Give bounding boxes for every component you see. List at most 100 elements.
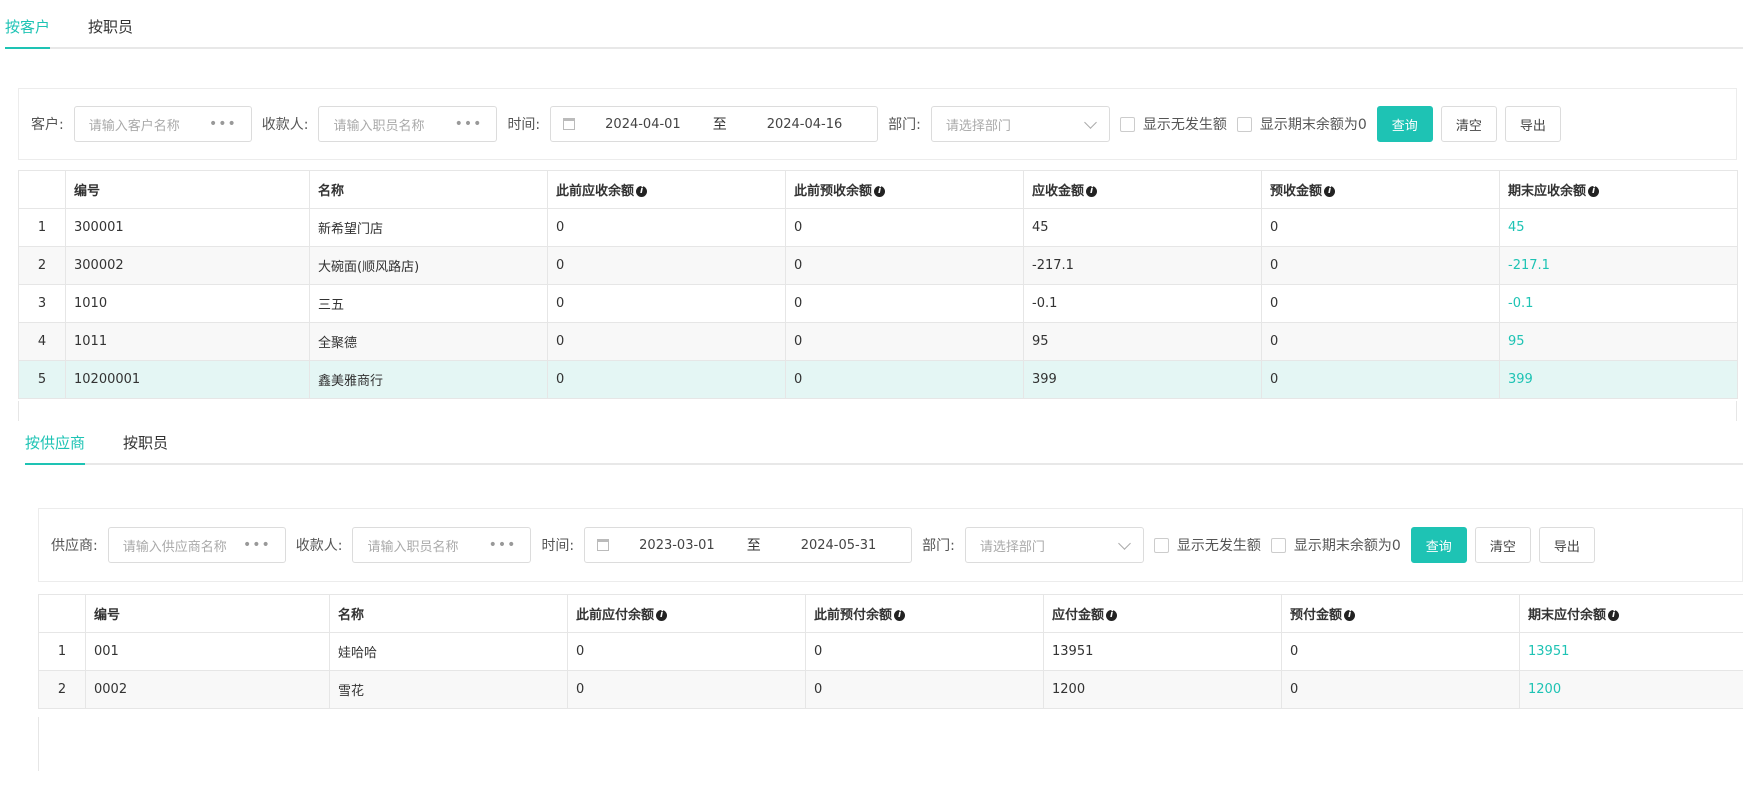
cell-amount: 95	[1023, 322, 1262, 361]
query-button[interactable]: 查询	[1376, 106, 1433, 142]
show-no-activity-checkbox[interactable]: 显示无发生额	[1153, 535, 1261, 555]
info-icon[interactable]: i	[1344, 610, 1356, 621]
cell-prev-adv: 0	[785, 246, 1024, 285]
info-icon[interactable]: i	[874, 186, 886, 197]
date-range-picker[interactable]: 2024-04-01 至 2024-04-16	[550, 106, 879, 142]
table-row-selected[interactable]: 5 10200001 鑫美雅商行 0 0 399 0 399	[18, 360, 1738, 399]
date-start[interactable]: 2024-04-01	[605, 117, 681, 132]
cell-code: 0002	[85, 670, 330, 709]
export-button[interactable]: 导出	[1538, 527, 1595, 563]
info-icon[interactable]: i	[636, 186, 648, 197]
clear-button[interactable]: 清空	[1440, 106, 1497, 142]
more-icon[interactable]: •••	[489, 537, 517, 553]
index-header	[38, 594, 86, 633]
column-header[interactable]: 此前预收余额 i	[785, 170, 1024, 209]
show-zero-end-checkbox[interactable]: 显示期末余额为0	[1236, 114, 1367, 134]
export-button[interactable]: 导出	[1504, 106, 1561, 142]
date-range-picker[interactable]: 2023-03-01 至 2024-05-31	[584, 527, 913, 563]
dept-select[interactable]: 请选择部门	[964, 527, 1144, 563]
cell-prev-adv: 0	[785, 284, 1024, 323]
cell-end-link[interactable]: 13951	[1519, 632, 1743, 671]
time-label: 时间:	[507, 117, 541, 133]
cell-amount: -217.1	[1023, 246, 1262, 285]
table-row[interactable]: 3 1010 三五 0 0 -0.1 0 -0.1	[18, 284, 1738, 323]
checkbox-box[interactable]	[1119, 116, 1135, 132]
column-header[interactable]: 此前应收余额 i	[547, 170, 786, 209]
row-index: 2	[18, 246, 66, 285]
date-end[interactable]: 2024-04-16	[767, 117, 843, 132]
info-icon[interactable]: i	[1106, 610, 1118, 621]
show-no-activity-label: 显示无发生额	[1176, 538, 1261, 554]
tab-by-staff[interactable]: 按职员	[88, 16, 133, 47]
cell-name: 新希望门店	[309, 208, 548, 247]
customer-placeholder: 请输入客户名称	[88, 118, 180, 134]
column-header[interactable]: 名称	[309, 170, 548, 209]
customer-input[interactable]: 请输入客户名称 •••	[73, 106, 252, 142]
dept-select[interactable]: 请选择部门	[930, 106, 1110, 142]
info-icon[interactable]: i	[1608, 610, 1620, 621]
info-icon[interactable]: i	[1086, 186, 1098, 197]
info-icon[interactable]: i	[1588, 186, 1600, 197]
index-header	[18, 170, 66, 209]
cell-code: 300002	[65, 246, 310, 285]
more-icon[interactable]: •••	[243, 537, 271, 553]
date-start[interactable]: 2023-03-01	[639, 538, 715, 553]
collector-input[interactable]: 请输入职员名称 •••	[352, 527, 532, 563]
row-index: 1	[18, 208, 66, 247]
tab-by-staff[interactable]: 按职员	[123, 432, 168, 463]
date-end[interactable]: 2024-05-31	[801, 538, 877, 553]
table-row[interactable]: 2 0002 雪花 0 0 1200 0 1200	[38, 670, 1743, 709]
table-row[interactable]: 1 300001 新希望门店 0 0 45 0 45	[18, 208, 1738, 247]
checkbox-box[interactable]	[1153, 537, 1169, 553]
column-header[interactable]: 名称	[329, 594, 568, 633]
clear-button[interactable]: 清空	[1474, 527, 1531, 563]
table-header-row: 编号 名称 此前应收余额 i 此前预收余额 i 应收金额 i 预收金额 i 期末应收余额…	[18, 170, 1738, 209]
column-header[interactable]: 应收金额 i	[1023, 170, 1262, 209]
collector-input[interactable]: 请输入职员名称 •••	[318, 106, 498, 142]
table-row[interactable]: 1 001 娃哈哈 0 0 13951 0 13951	[38, 632, 1743, 671]
show-no-activity-checkbox[interactable]: 显示无发生额	[1119, 114, 1227, 134]
checkbox-box[interactable]	[1236, 116, 1252, 132]
cell-end-link[interactable]: 1200	[1519, 670, 1743, 709]
cell-prev-ap: 0	[567, 632, 806, 671]
cell-end-link[interactable]: 399	[1499, 360, 1738, 399]
tab-by-customer[interactable]: 按客户	[5, 16, 51, 49]
column-header[interactable]: 编号	[65, 170, 310, 209]
cell-adv: 0	[1261, 246, 1500, 285]
cell-end-link[interactable]: -217.1	[1499, 246, 1738, 285]
more-icon[interactable]: •••	[455, 116, 483, 132]
cell-amount: -0.1	[1023, 284, 1262, 323]
cell-amount: 1200	[1043, 670, 1282, 709]
more-icon[interactable]: •••	[209, 116, 237, 132]
checkbox-box[interactable]	[1270, 537, 1286, 553]
table-row[interactable]: 4 1011 全聚德 0 0 95 0 95	[18, 322, 1738, 361]
column-header[interactable]: 应付金额 i	[1043, 594, 1282, 633]
cell-end-link[interactable]: 45	[1499, 208, 1738, 247]
info-icon[interactable]: i	[894, 610, 906, 621]
cell-prev-adv: 0	[785, 360, 1024, 399]
query-button[interactable]: 查询	[1410, 527, 1467, 563]
info-icon[interactable]: i	[1324, 186, 1336, 197]
table-row[interactable]: 2 300002 大碗面(顺风路店) 0 0 -217.1 0 -217.1	[18, 246, 1738, 285]
payables-table: 编号 名称 此前应付余额 i 此前预付余额 i 应付金额 i 预付金额 i 期末应付余额…	[38, 594, 1743, 709]
supplier-label: 供应商:	[51, 538, 98, 554]
tab-by-supplier[interactable]: 按供应商	[25, 432, 86, 465]
show-zero-end-checkbox[interactable]: 显示期末余额为0	[1270, 535, 1401, 555]
column-header[interactable]: 期末应收余额 i	[1499, 170, 1738, 209]
column-header[interactable]: 此前预付余额 i	[805, 594, 1044, 633]
supplier-input[interactable]: 请输入供应商名称 •••	[107, 527, 286, 563]
cell-prev-adv: 0	[805, 632, 1044, 671]
column-header[interactable]: 预付金额 i	[1281, 594, 1520, 633]
info-icon[interactable]: i	[656, 610, 668, 621]
cell-adv: 0	[1261, 360, 1500, 399]
cell-prev-ap: 0	[567, 670, 806, 709]
column-header[interactable]: 期末应付余额 i	[1519, 594, 1743, 633]
cell-end-link[interactable]: -0.1	[1499, 284, 1738, 323]
column-header[interactable]: 预收金额 i	[1261, 170, 1500, 209]
dept-placeholder: 请选择部门	[945, 118, 1011, 134]
cell-prev-adv: 0	[785, 208, 1024, 247]
column-header[interactable]: 此前应付余额 i	[567, 594, 806, 633]
cell-end-link[interactable]: 95	[1499, 322, 1738, 361]
column-header[interactable]: 编号	[85, 594, 330, 633]
cell-code: 300001	[65, 208, 310, 247]
